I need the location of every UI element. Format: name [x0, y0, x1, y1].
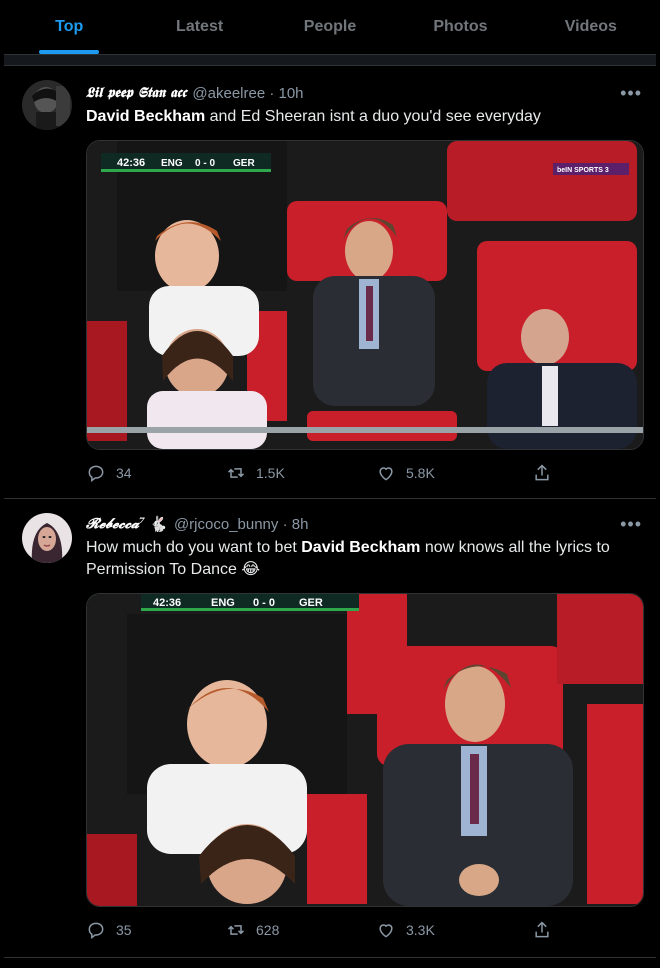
- tweet-media-photo[interactable]: 42:36 ENG 0 - 0 GER: [86, 593, 644, 907]
- tab-people-label: People: [303, 18, 357, 35]
- scoreboard-away: GER: [299, 597, 323, 609]
- avatar[interactable]: [22, 80, 72, 130]
- like-count: 3.3K: [406, 922, 435, 938]
- tweet-header: 𝓡𝓮𝓫𝓮𝓬𝓬𝓪⁷ 🐇 @rjcoco_bunny · 8h •••: [86, 513, 642, 535]
- bold-text: David Beckham: [301, 539, 421, 556]
- reply-count: 35: [116, 922, 132, 938]
- share-icon: [535, 921, 549, 938]
- tweet-actions: 34 1.5K 5.8K: [86, 462, 566, 484]
- more-dots-icon[interactable]: •••: [620, 514, 642, 535]
- scoreboard-time: 42:36: [117, 157, 145, 169]
- like-button[interactable]: 3.3K: [376, 920, 435, 940]
- tab-top[interactable]: Top: [4, 0, 134, 54]
- tweet-media-photo[interactable]: 42:36 ENG 0 - 0 GER beIN SPORTS 3: [86, 140, 644, 450]
- retweet-button[interactable]: 1.5K: [226, 463, 285, 483]
- retweet-count: 1.5K: [256, 465, 285, 481]
- tweet-text: David Beckham and Ed Sheeran isnt a duo …: [86, 106, 638, 128]
- retweet-icon: [227, 925, 245, 935]
- bold-text: David Beckham: [86, 108, 206, 125]
- reply-button[interactable]: 35: [86, 920, 132, 940]
- reply-button[interactable]: 34: [86, 463, 132, 483]
- reply-icon: [88, 465, 104, 482]
- tweet-1[interactable]: 𝕷𝖎𝖑 𝖕𝖊𝖊𝖕 𝕾𝖙𝖆𝖓 𝖆𝖈𝖈 @akeelree · 10h ••• Da…: [4, 66, 656, 499]
- display-name[interactable]: 𝓡𝓮𝓫𝓮𝓬𝓬𝓪⁷: [86, 516, 145, 532]
- text-pre: How much do you want to bet: [86, 539, 302, 556]
- share-button[interactable]: [532, 463, 552, 483]
- search-tabs: Top Latest People Photos Videos: [4, 0, 656, 55]
- tweet-text: How much do you want to bet David Beckha…: [86, 537, 638, 581]
- like-button[interactable]: 5.8K: [376, 463, 435, 483]
- tweet-2[interactable]: 𝓡𝓮𝓫𝓮𝓬𝓬𝓪⁷ 🐇 @rjcoco_bunny · 8h ••• How mu…: [4, 499, 656, 958]
- tab-videos-label: Videos: [564, 18, 617, 35]
- text-rest: and Ed Sheeran isnt a duo you'd see ever…: [205, 108, 541, 125]
- share-button[interactable]: [532, 920, 552, 940]
- tweet-actions: 35 628 3.3K: [86, 919, 566, 941]
- tab-photos-label: Photos: [433, 18, 488, 35]
- section-divider: [4, 55, 656, 66]
- reply-count: 34: [116, 465, 132, 481]
- match-photo: 42:36 ENG 0 - 0 GER beIN SPORTS 3: [87, 141, 643, 449]
- more-dots-icon[interactable]: •••: [620, 83, 642, 104]
- retweet-icon: [227, 468, 245, 478]
- heart-icon: [379, 924, 393, 938]
- retweet-count: 628: [256, 922, 280, 938]
- display-name[interactable]: 𝕷𝖎𝖑 𝖕𝖊𝖊𝖕 𝕾𝖙𝖆𝖓 𝖆𝖈𝖈: [86, 85, 186, 101]
- handle-and-time[interactable]: @rjcoco_bunny · 8h: [174, 516, 308, 533]
- scoreboard-score: 0 - 0: [195, 158, 215, 169]
- broadcaster-logo: beIN SPORTS 3: [557, 167, 609, 174]
- rabbit-emoji: 🐇: [149, 516, 168, 533]
- scoreboard-away: GER: [233, 158, 255, 169]
- like-count: 5.8K: [406, 465, 435, 481]
- tab-videos[interactable]: Videos: [526, 0, 656, 54]
- avatar[interactable]: [22, 513, 72, 563]
- tab-people[interactable]: People: [265, 0, 395, 54]
- scoreboard-home: ENG: [161, 158, 183, 169]
- timeline: Top Latest People Photos Videos 𝕷𝖎𝖑 𝖕𝖊𝖊𝖕…: [4, 0, 656, 968]
- scoreboard-home: ENG: [211, 597, 235, 609]
- scoreboard-time: 42:36: [153, 597, 181, 609]
- retweet-button[interactable]: 628: [226, 920, 279, 940]
- heart-icon: [379, 467, 393, 481]
- tab-top-label: Top: [55, 18, 84, 35]
- share-icon: [535, 464, 549, 481]
- tweet-header: 𝕷𝖎𝖑 𝖕𝖊𝖊𝖕 𝕾𝖙𝖆𝖓 𝖆𝖈𝖈 @akeelree · 10h •••: [86, 82, 642, 104]
- reply-icon: [88, 922, 104, 939]
- scoreboard-score: 0 - 0: [253, 597, 275, 609]
- match-photo: 42:36 ENG 0 - 0 GER: [87, 594, 643, 906]
- tab-photos[interactable]: Photos: [395, 0, 525, 54]
- tab-latest[interactable]: Latest: [134, 0, 264, 54]
- handle-and-time[interactable]: @akeelree · 10h: [192, 85, 303, 102]
- tab-active-indicator: [39, 50, 100, 54]
- tab-latest-label: Latest: [176, 18, 224, 35]
